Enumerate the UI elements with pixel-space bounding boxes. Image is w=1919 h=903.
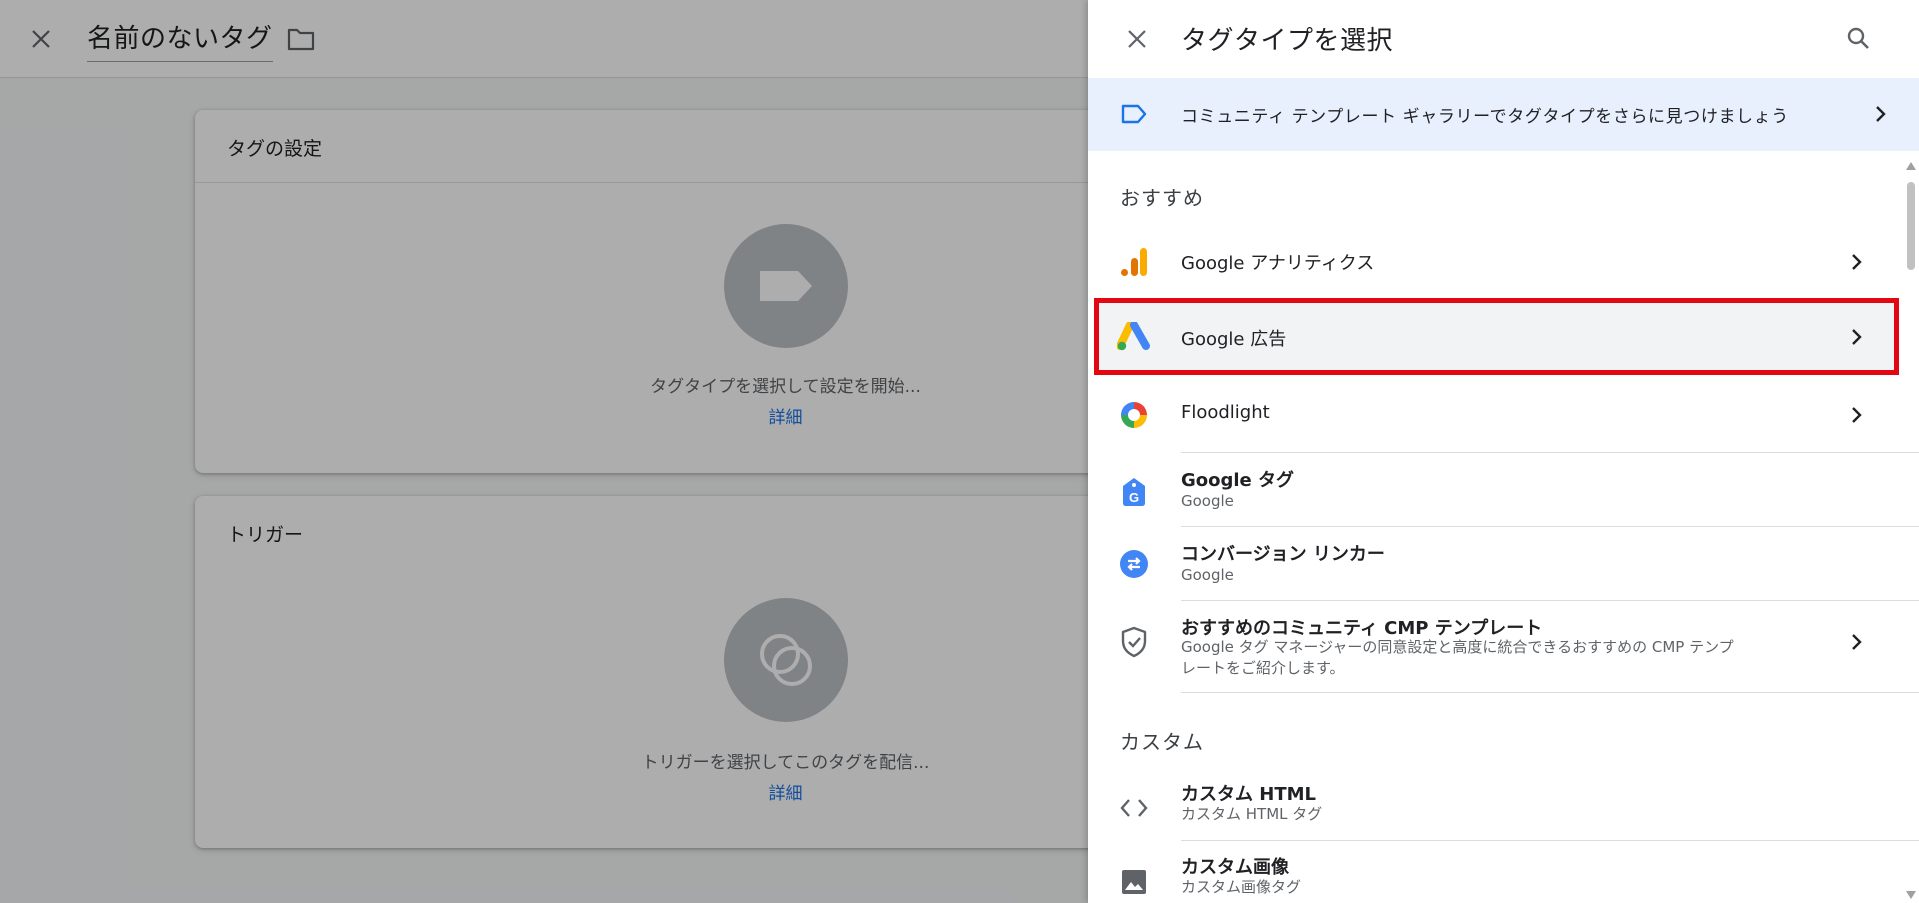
shield-check-icon	[1116, 624, 1152, 660]
divider	[1181, 452, 1919, 453]
item-title: Google タグ	[1181, 470, 1295, 491]
banner-text: コミュニティ テンプレート ギャラリーでタグタイプをさらに見つけましょう	[1181, 107, 1789, 127]
scroll-down-icon[interactable]	[1906, 891, 1916, 899]
scroll-up-icon[interactable]	[1906, 162, 1916, 170]
item-subtitle-line1: Google タグ マネージャーの同意設定と高度に統合できるおすすめの CMP …	[1181, 638, 1734, 656]
divider	[1181, 600, 1919, 601]
section-custom-label: カスタム	[1120, 730, 1204, 754]
item-subtitle-line2: レートをご紹介します。	[1181, 659, 1345, 677]
scrollbar-thumb[interactable]	[1907, 182, 1915, 270]
chevron-right-icon	[1844, 325, 1868, 349]
choose-tag-type-panel: タグタイプを選択 コミュニティ テンプレート ギャラリーでタグタイプをさらに見つ…	[1088, 0, 1919, 903]
divider	[1181, 840, 1919, 841]
chevron-right-icon	[1844, 250, 1868, 274]
divider	[1181, 692, 1919, 693]
tag-outline-icon	[1120, 102, 1148, 126]
google-analytics-icon	[1116, 244, 1152, 280]
conversion-linker-icon	[1116, 546, 1152, 582]
tag-type-custom-image[interactable]: カスタム画像 カスタム画像タグ	[1096, 846, 1896, 903]
code-brackets-icon	[1116, 790, 1152, 826]
tag-type-google-tag[interactable]: G Google タグ Google	[1096, 456, 1896, 526]
item-label: Google 広告	[1181, 329, 1287, 350]
close-icon	[1128, 30, 1146, 48]
modal-scrim[interactable]	[0, 0, 1088, 903]
item-label: Google アナリティクス	[1181, 253, 1375, 274]
tag-type-custom-html[interactable]: カスタム HTML カスタム HTML タグ	[1096, 772, 1896, 840]
divider	[1181, 526, 1919, 527]
chevron-right-icon	[1844, 630, 1868, 654]
item-subtitle: カスタム画像タグ	[1181, 878, 1302, 896]
svg-text:G: G	[1129, 490, 1139, 505]
section-recommended-label: おすすめ	[1120, 186, 1204, 210]
image-icon	[1116, 864, 1152, 900]
google-tag-icon: G	[1116, 474, 1152, 510]
community-gallery-banner[interactable]: コミュニティ テンプレート ギャラリーでタグタイプをさらに見つけましょう	[1088, 78, 1919, 151]
tag-type-google-ads[interactable]: Google 広告	[1094, 298, 1899, 375]
item-label: Floodlight	[1181, 402, 1270, 423]
item-title: カスタム HTML	[1181, 784, 1316, 805]
tag-type-conversion-linker[interactable]: コンバージョン リンカー Google	[1096, 530, 1896, 600]
scrollbar[interactable]	[1903, 160, 1919, 903]
search-icon	[1847, 27, 1869, 49]
tag-type-community-cmp-templates[interactable]: おすすめのコミュニティ CMP テンプレート Google タグ マネージャーの…	[1096, 604, 1896, 692]
close-panel-button[interactable]	[1122, 24, 1152, 54]
item-title: コンバージョン リンカー	[1181, 544, 1385, 565]
chevron-right-icon	[1868, 102, 1892, 126]
floodlight-icon	[1116, 397, 1152, 433]
item-subtitle: カスタム HTML タグ	[1181, 805, 1323, 823]
search-button[interactable]	[1842, 22, 1874, 54]
google-ads-icon	[1116, 319, 1152, 355]
chevron-right-icon	[1844, 403, 1868, 427]
tag-type-google-analytics[interactable]: Google アナリティクス	[1096, 232, 1896, 292]
panel-header: タグタイプを選択	[1088, 0, 1919, 78]
panel-title: タグタイプを選択	[1181, 26, 1394, 56]
item-subtitle: Google	[1181, 492, 1234, 510]
item-title: カスタム画像	[1181, 857, 1289, 878]
tag-type-floodlight[interactable]: Floodlight	[1096, 385, 1896, 445]
item-subtitle: Google	[1181, 566, 1234, 584]
